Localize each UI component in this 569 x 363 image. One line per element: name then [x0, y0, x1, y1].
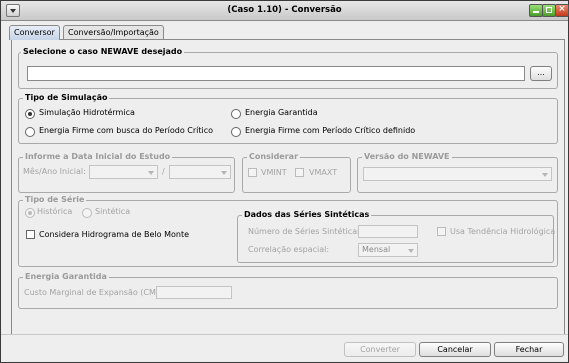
maximize-icon[interactable]: [542, 4, 556, 17]
belo-monte-checkbox[interactable]: [26, 230, 35, 239]
minimize-icon[interactable]: [529, 4, 543, 17]
cancel-button[interactable]: Cancelar: [419, 342, 491, 357]
case-selection-group: Selecione o caso NEWAVE desejado ...: [18, 47, 558, 89]
synthetic-series-legend: Dados das Séries Sintéticas: [242, 210, 372, 219]
title-bar: (Caso 1.10) - Conversão ×: [1, 1, 569, 21]
simulation-type-group: Tipo de Simulação Simulação Hidrotérmica…: [18, 93, 558, 144]
trend-checkbox[interactable]: [437, 227, 446, 236]
radio-sintetica-label: Sintética: [95, 207, 131, 216]
radio-energia-firme-busca[interactable]: [25, 127, 35, 137]
guaranteed-energy-group: Energia Garantida Custo Marginal de Expa…: [18, 272, 558, 309]
tab-panel: Selecione o caso NEWAVE desejado ... Tip…: [11, 39, 565, 335]
newave-version-combo[interactable]: [363, 167, 552, 181]
radio-energia-garantida[interactable]: [231, 109, 241, 119]
radio-energia-firme-definido-label: Energia Firme com Período Crítico defini…: [245, 126, 416, 135]
series-type-legend: Tipo de Série: [23, 195, 87, 204]
correlation-label: Correlação espacial:: [248, 245, 330, 254]
consider-legend: Considerar: [247, 152, 301, 161]
num-series-label: Número de Séries Sintéticas:: [248, 227, 364, 236]
start-date-legend: Informe a Data Inicial do Estudo: [23, 152, 173, 161]
radio-sintetica[interactable]: [82, 208, 92, 218]
radio-hidrotermica-label: Simulação Hidrotérmica: [39, 108, 135, 117]
tab-conversor[interactable]: Conversor: [9, 25, 60, 40]
footer-divider: [1, 334, 568, 335]
start-month-year-label: Mês/Ano Inicial:: [23, 167, 86, 176]
vmaxt-label: VMAXT: [309, 168, 338, 177]
newave-version-legend: Versão do NEWAVE: [362, 152, 452, 161]
convert-button[interactable]: Converter: [344, 342, 416, 357]
close-icon[interactable]: ×: [555, 4, 569, 17]
date-separator: /: [162, 167, 165, 176]
radio-historica-label: Histórica: [37, 207, 73, 216]
consider-group: Considerar VMINT VMAXT: [242, 152, 351, 193]
start-date-group: Informe a Data Inicial do Estudo Mês/Ano…: [18, 152, 235, 193]
case-selection-legend: Selecione o caso NEWAVE desejado: [21, 47, 185, 56]
series-type-group: Tipo de Série Histórica Sintética Consid…: [18, 195, 558, 267]
tab-conversao-importacao[interactable]: Conversão/Importação: [63, 25, 164, 40]
guaranteed-energy-legend: Energia Garantida: [23, 272, 109, 281]
simulation-type-legend: Tipo de Simulação: [23, 93, 110, 102]
start-month-combo[interactable]: [89, 165, 158, 179]
synthetic-series-group: Dados das Séries Sintéticas Número de Sé…: [237, 210, 556, 263]
radio-energia-firme-definido[interactable]: [231, 127, 241, 137]
close-button[interactable]: Fechar: [494, 342, 564, 357]
window-title: (Caso 1.10) - Conversão: [227, 5, 342, 15]
vmint-label: VMINT: [261, 168, 287, 177]
radio-energia-garantida-label: Energia Garantida: [245, 108, 318, 117]
start-year-combo[interactable]: [169, 165, 231, 179]
radio-hidrotermica[interactable]: [25, 109, 35, 119]
conversion-window: (Caso 1.10) - Conversão × Conversor Conv…: [0, 0, 569, 363]
radio-energia-firme-busca-label: Energia Firme com busca do Período Críti…: [39, 126, 214, 135]
case-path-input[interactable]: [27, 66, 525, 81]
correlation-value: Mensal: [362, 245, 391, 254]
vmint-checkbox[interactable]: [248, 168, 257, 177]
num-series-input[interactable]: [358, 225, 418, 238]
radio-historica[interactable]: [25, 208, 35, 218]
newave-version-group: Versão do NEWAVE: [357, 152, 558, 193]
belo-monte-label: Considera Hidrograma de Belo Monte: [39, 230, 190, 239]
cme-label: Custo Marginal de Expansão (CME):: [24, 288, 167, 297]
correlation-combo[interactable]: Mensal: [358, 243, 418, 257]
cme-input[interactable]: [156, 286, 232, 299]
browse-button[interactable]: ...: [530, 66, 552, 81]
vmaxt-checkbox[interactable]: [295, 168, 304, 177]
trend-label: Usa Tendência Hidrológica: [450, 227, 556, 236]
